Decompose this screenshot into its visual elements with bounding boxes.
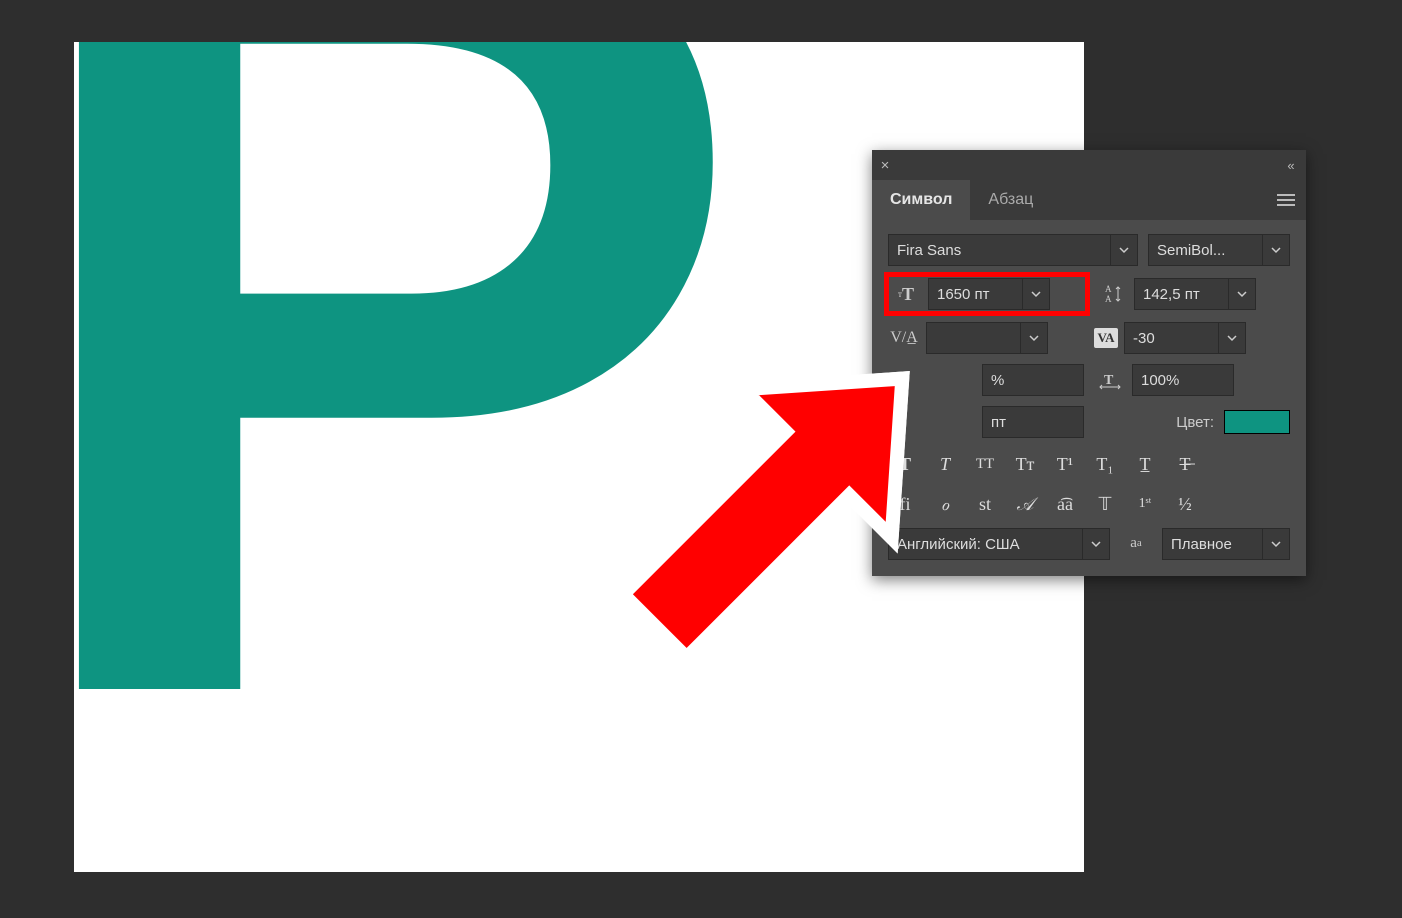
antialias-icon: aa: [1120, 528, 1152, 558]
font-size-icon: тT: [890, 279, 922, 309]
style-allcaps[interactable]: TT: [968, 450, 1002, 478]
chevron-down-icon[interactable]: [1082, 529, 1109, 559]
svg-text:A: A: [1105, 294, 1112, 304]
character-panel: × « Символ Абзац Fira Sans SemiBol... тT…: [872, 150, 1306, 576]
baseline-input[interactable]: пт: [982, 406, 1084, 438]
chevron-down-icon[interactable]: [1228, 279, 1255, 309]
baseline-group: пт: [888, 406, 1084, 438]
color-label: Цвет:: [1176, 414, 1214, 431]
chevron-down-icon[interactable]: [1110, 235, 1137, 265]
font-style-select[interactable]: SemiBol...: [1148, 234, 1290, 266]
chevron-down-icon[interactable]: [1020, 323, 1047, 353]
font-size-input[interactable]: 1650 пт: [928, 278, 1050, 310]
tracking-group: VA -30: [1094, 322, 1290, 354]
kerning-icon: V/A̲: [888, 323, 920, 353]
vert-scale-group: %: [888, 364, 1084, 396]
chevron-down-icon[interactable]: [1262, 235, 1289, 265]
font-size-group: тT 1650 пт: [888, 276, 1086, 312]
svg-text:A: A: [1105, 284, 1112, 294]
style-titling[interactable]: 𝕋: [1088, 490, 1122, 518]
tab-paragraph[interactable]: Абзац: [970, 180, 1051, 220]
color-group: Цвет:: [1094, 410, 1290, 434]
font-family-select[interactable]: Fira Sans: [888, 234, 1138, 266]
style-strike[interactable]: T̶: [1168, 450, 1202, 478]
color-swatch[interactable]: [1224, 410, 1290, 434]
panel-tabs: Символ Абзац: [872, 180, 1306, 220]
style-bold[interactable]: T: [888, 450, 922, 478]
style-ordinals[interactable]: 1ˢᵗ: [1128, 490, 1162, 518]
style-contextual[interactable]: ℴ: [928, 490, 962, 518]
style-ligatures[interactable]: fi: [888, 490, 922, 518]
panel-titlebar: × «: [872, 150, 1306, 180]
tab-character[interactable]: Символ: [872, 180, 970, 220]
style-subscript[interactable]: T₁: [1088, 450, 1122, 478]
leading-group: AA 142,5 пт: [1096, 278, 1290, 310]
style-swash[interactable]: 𝒜: [1008, 490, 1042, 518]
horiz-scale-icon: T: [1094, 365, 1126, 395]
type-style-row-1: T T TT Tᴛ T¹ T₁ T̲ T̶: [888, 450, 1290, 478]
kerning-group: V/A̲: [888, 322, 1084, 354]
style-smallcaps[interactable]: Tᴛ: [1008, 450, 1042, 478]
style-underline[interactable]: T̲: [1128, 450, 1162, 478]
style-stylistic[interactable]: a͡a: [1048, 490, 1082, 518]
type-style-row-2: fi ℴ st 𝒜 a͡a 𝕋 1ˢᵗ ½: [888, 490, 1290, 518]
horiz-scale-input[interactable]: 100%: [1132, 364, 1234, 396]
horiz-scale-group: T 100%: [1094, 364, 1290, 396]
style-superscript[interactable]: T¹: [1048, 450, 1082, 478]
collapse-icon[interactable]: «: [1276, 158, 1306, 173]
leading-icon: AA: [1096, 279, 1128, 309]
vert-scale-input[interactable]: %: [982, 364, 1084, 396]
chevron-down-icon[interactable]: [1022, 279, 1049, 309]
canvas-letter: P: [74, 42, 751, 862]
style-fractions[interactable]: ½: [1168, 490, 1202, 518]
antialias-select[interactable]: Плавное: [1162, 528, 1290, 560]
chevron-down-icon[interactable]: [1262, 529, 1289, 559]
kerning-input[interactable]: [926, 322, 1048, 354]
tracking-icon: VA: [1094, 328, 1118, 348]
panel-menu-icon[interactable]: [1266, 180, 1306, 220]
close-icon[interactable]: ×: [872, 157, 898, 174]
style-italic[interactable]: T: [928, 450, 962, 478]
svg-text:T: T: [1104, 373, 1114, 388]
leading-input[interactable]: 142,5 пт: [1134, 278, 1256, 310]
language-select[interactable]: Английский: США: [888, 528, 1110, 560]
chevron-down-icon[interactable]: [1218, 323, 1245, 353]
tracking-input[interactable]: -30: [1124, 322, 1246, 354]
style-discretionary[interactable]: st: [968, 490, 1002, 518]
